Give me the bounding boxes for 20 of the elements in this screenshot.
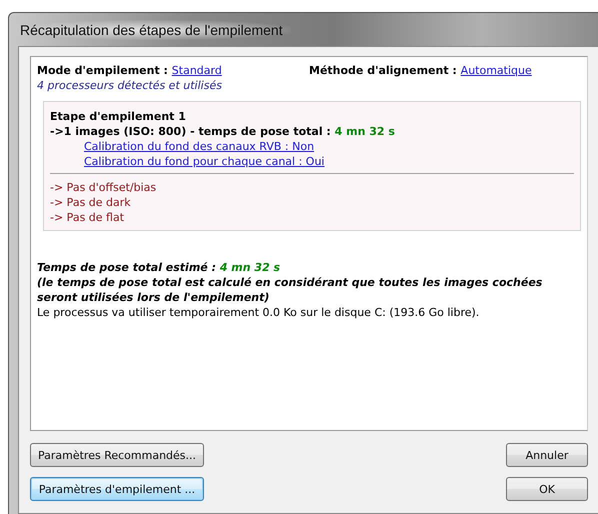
calibration-link[interactable]: Calibration du fond pour chaque canal : Oui [84, 154, 324, 169]
warning-text: -> Pas de dark [50, 195, 132, 210]
dialog-button[interactable]: Annuler [506, 443, 588, 467]
step-title: Etape d'empilement 1 [50, 109, 187, 124]
disk-usage-text: Le processus va utiliser temporairement 0.0 Ko sur le disque C: (193.6 Go libre). [37, 306, 480, 319]
alignment-link[interactable]: Automatique [460, 64, 532, 77]
exposure-note: (le temps de pose total est calculé en considérant que toutes les images cochées seront utilisées lors de l'empilement) [37, 275, 544, 305]
processors-text: 4 processeurs détectés et utilisés [37, 78, 223, 93]
alignment-label: Méthode d'alignement : [309, 64, 458, 77]
total-exposure-text: Temps de pose total estimé : 4 mn 32 s [37, 260, 282, 275]
dialog-button[interactable]: Paramètres d'empilement ... [30, 477, 204, 501]
mode-link[interactable]: Standard [172, 64, 222, 77]
mode-label: Mode d'empilement : [37, 64, 169, 77]
calibration-link[interactable]: Calibration du fond des canaux RVB : Non [84, 139, 314, 154]
warning-text: -> Pas d'offset/bias [50, 180, 158, 195]
dialog-button[interactable]: Paramètres Recommandés... [30, 443, 204, 467]
step-summary: ->1 images (ISO: 800) - temps de pose total : 4 mn 32 s [50, 124, 396, 139]
window-title: Récapitulation des étapes de l'empilement [19, 20, 291, 40]
dialog-button[interactable]: OK [506, 477, 588, 501]
warning-text: -> Pas de flat [50, 210, 126, 225]
